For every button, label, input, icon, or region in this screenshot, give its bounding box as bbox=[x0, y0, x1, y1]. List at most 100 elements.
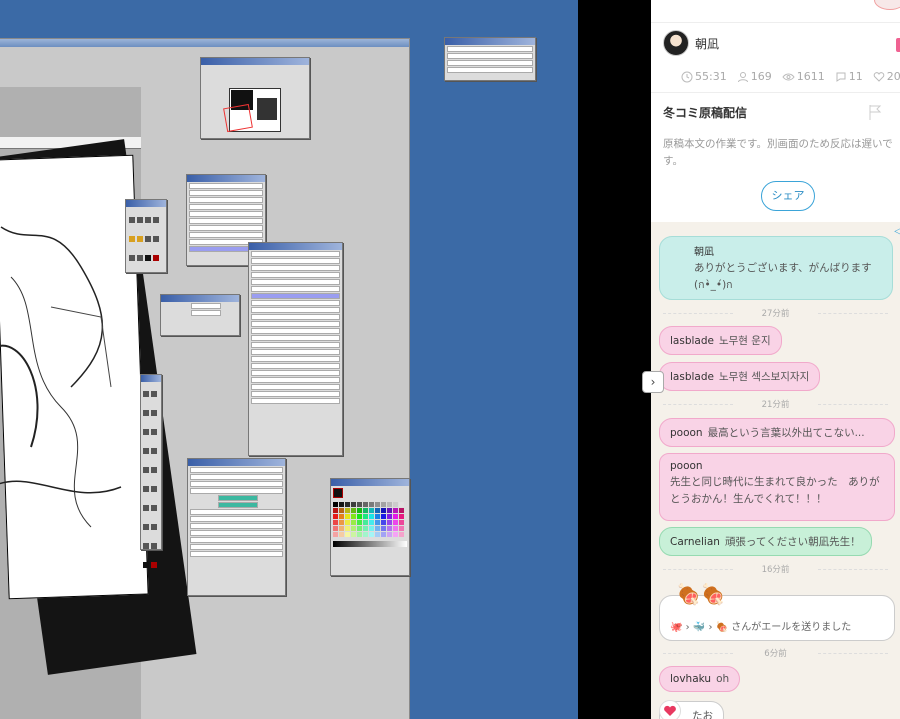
broadcast-title: 冬コミ原稿配信 bbox=[663, 106, 748, 120]
chat-text: 頑張ってください朝凪先生！ bbox=[724, 536, 861, 548]
color-swatch[interactable] bbox=[393, 526, 398, 531]
color-swatch[interactable] bbox=[357, 502, 362, 507]
chat-author: lasblade bbox=[670, 335, 714, 347]
share-icon[interactable]: ◁ bbox=[894, 226, 900, 237]
color-swatch[interactable] bbox=[345, 508, 350, 513]
color-swatch[interactable] bbox=[387, 508, 392, 513]
color-swatch[interactable] bbox=[345, 526, 350, 531]
side-panel: 朝凪 55:31 169 1611 11 20 冬コミ原稿配信 原稿本文の作業で… bbox=[651, 0, 900, 719]
color-swatch[interactable] bbox=[357, 532, 362, 537]
flag-icon[interactable] bbox=[868, 104, 882, 120]
color-swatch[interactable] bbox=[393, 502, 398, 507]
color-swatch[interactable] bbox=[345, 502, 350, 507]
color-swatch[interactable] bbox=[399, 532, 404, 537]
color-swatch[interactable] bbox=[363, 508, 368, 513]
chat-message: 朝凪 ありがとうございます、がんばります(ก•̀_•́)ก bbox=[659, 236, 893, 300]
color-swatch[interactable] bbox=[393, 508, 398, 513]
color-swatch[interactable] bbox=[339, 532, 344, 537]
color-swatch[interactable] bbox=[375, 514, 380, 519]
stream-stats: 55:31 169 1611 11 20 bbox=[681, 70, 900, 83]
layer-panel bbox=[248, 242, 343, 456]
streamer-name[interactable]: 朝凪 bbox=[695, 35, 719, 52]
chat-text: 先生と同じ時代に生まれて良かった ありがとうおかん！生んでくれて！！！ bbox=[670, 476, 880, 505]
color-swatch[interactable] bbox=[351, 532, 356, 537]
color-swatch[interactable] bbox=[399, 508, 404, 513]
chat-message: lasblade 노무현 섹스보지자지 bbox=[659, 362, 821, 391]
color-swatch[interactable] bbox=[375, 520, 380, 525]
person-icon bbox=[737, 71, 748, 82]
color-swatch[interactable] bbox=[333, 532, 338, 537]
color-swatch[interactable] bbox=[339, 526, 344, 531]
streamer-info[interactable]: 朝凪 bbox=[663, 30, 719, 56]
stream-video[interactable] bbox=[0, 0, 578, 719]
color-swatch[interactable] bbox=[387, 520, 392, 525]
color-swatch[interactable] bbox=[345, 514, 350, 519]
color-swatch[interactable] bbox=[381, 514, 386, 519]
color-swatch[interactable] bbox=[393, 520, 398, 525]
color-swatch[interactable] bbox=[333, 502, 338, 507]
color-swatch[interactable] bbox=[369, 514, 374, 519]
drawing-canvas bbox=[0, 87, 197, 719]
color-swatch[interactable] bbox=[399, 502, 404, 507]
navigator-panel bbox=[200, 57, 310, 139]
color-swatch[interactable] bbox=[369, 502, 374, 507]
color-swatch[interactable] bbox=[381, 526, 386, 531]
color-swatch[interactable] bbox=[351, 508, 356, 513]
app-titlebar bbox=[0, 39, 409, 47]
color-swatch[interactable] bbox=[375, 532, 380, 537]
color-swatch[interactable] bbox=[351, 502, 356, 507]
color-swatch[interactable] bbox=[375, 526, 380, 531]
viewer-avatar[interactable] bbox=[874, 0, 900, 10]
color-swatch[interactable] bbox=[333, 520, 338, 525]
color-swatch[interactable] bbox=[387, 502, 392, 507]
follow-tag[interactable] bbox=[896, 38, 900, 52]
color-swatch[interactable] bbox=[345, 520, 350, 525]
color-swatch[interactable] bbox=[369, 520, 374, 525]
collapse-panel-button[interactable]: › bbox=[642, 371, 664, 393]
color-swatch[interactable] bbox=[339, 508, 344, 513]
color-swatch[interactable] bbox=[357, 514, 362, 519]
like-button[interactable] bbox=[659, 700, 681, 719]
color-swatch[interactable] bbox=[357, 526, 362, 531]
color-swatch[interactable] bbox=[381, 508, 386, 513]
color-swatch[interactable] bbox=[333, 514, 338, 519]
color-swatch[interactable] bbox=[351, 526, 356, 531]
color-swatch[interactable] bbox=[369, 532, 374, 537]
color-swatch[interactable] bbox=[363, 532, 368, 537]
color-swatch[interactable] bbox=[393, 532, 398, 537]
color-swatch[interactable] bbox=[381, 532, 386, 537]
color-swatch[interactable] bbox=[399, 526, 404, 531]
color-swatch[interactable] bbox=[333, 526, 338, 531]
color-swatch[interactable] bbox=[363, 526, 368, 531]
color-swatch[interactable] bbox=[357, 508, 362, 513]
chat-timestamp: 6分前 bbox=[663, 647, 888, 659]
color-swatch[interactable] bbox=[357, 520, 362, 525]
color-swatches[interactable] bbox=[331, 500, 409, 539]
color-swatch[interactable] bbox=[399, 514, 404, 519]
color-swatch[interactable] bbox=[381, 520, 386, 525]
color-swatch[interactable] bbox=[363, 520, 368, 525]
color-swatch[interactable] bbox=[393, 514, 398, 519]
divider-gap bbox=[578, 0, 651, 719]
color-swatch[interactable] bbox=[351, 514, 356, 519]
color-swatch[interactable] bbox=[345, 532, 350, 537]
color-swatch[interactable] bbox=[339, 520, 344, 525]
color-swatch[interactable] bbox=[363, 514, 368, 519]
color-swatch[interactable] bbox=[387, 514, 392, 519]
streamer-avatar[interactable] bbox=[663, 30, 689, 56]
color-swatch[interactable] bbox=[333, 508, 338, 513]
color-swatch[interactable] bbox=[339, 514, 344, 519]
color-swatch[interactable] bbox=[363, 502, 368, 507]
color-swatch[interactable] bbox=[375, 508, 380, 513]
share-button[interactable]: シェア bbox=[761, 181, 815, 211]
color-swatch[interactable] bbox=[369, 508, 374, 513]
color-swatch[interactable] bbox=[399, 520, 404, 525]
color-swatch[interactable] bbox=[387, 532, 392, 537]
color-swatch[interactable] bbox=[387, 526, 392, 531]
color-swatch[interactable] bbox=[339, 502, 344, 507]
color-swatch[interactable] bbox=[381, 502, 386, 507]
color-swatch[interactable] bbox=[369, 526, 374, 531]
views-value: 1611 bbox=[796, 70, 825, 83]
color-swatch[interactable] bbox=[351, 520, 356, 525]
color-swatch[interactable] bbox=[375, 502, 380, 507]
